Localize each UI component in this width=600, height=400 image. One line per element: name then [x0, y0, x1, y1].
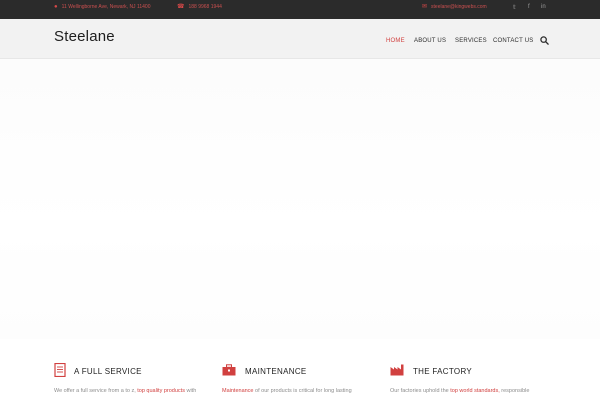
top-bar: ● 11 Wellingborne Ave, Newark, NJ 11400 …: [0, 0, 600, 19]
feature-title: MAINTENANCE: [245, 367, 307, 376]
nav-home[interactable]: HOME: [386, 38, 405, 44]
feature-text-start: Our factories uphold the: [390, 388, 449, 394]
phone-text[interactable]: 188 9968 1944: [188, 4, 221, 10]
phone-info[interactable]: ☎ 188 9968 1944: [177, 4, 222, 10]
nav-about-us[interactable]: ABOUT US: [414, 38, 446, 44]
hero-slider: [0, 59, 600, 339]
map-pin-icon: ●: [54, 4, 58, 10]
linkedin-icon[interactable]: in: [541, 4, 546, 10]
twitter-icon[interactable]: 𝕥: [513, 4, 516, 11]
address-info: ● 11 Wellingborne Ave, Newark, NJ 11400: [54, 4, 150, 10]
envelope-icon: ✉: [422, 4, 428, 10]
feature-link[interactable]: top quality products: [137, 388, 185, 394]
feature-text-end: of our products is critical for long las…: [255, 388, 352, 394]
site-logo[interactable]: Steelane: [54, 28, 115, 45]
feature-title: A FULL SERVICE: [74, 367, 142, 376]
toolbox-icon: [222, 364, 236, 376]
nav-services[interactable]: SERVICES: [455, 38, 487, 44]
feature-title: THE FACTORY: [413, 367, 473, 376]
feature-link[interactable]: top world standards,: [450, 388, 500, 394]
feature-text-end: responsible: [501, 388, 530, 394]
feature-text: We offer a full service from a to z, top…: [54, 388, 196, 394]
phone-icon: ☎: [177, 4, 185, 10]
email-text[interactable]: steelane@kingwebs.com: [431, 4, 487, 10]
feature-text: Our factories uphold the top world stand…: [390, 388, 529, 394]
feature-text: Maintenance of our products is critical …: [222, 388, 352, 394]
nav-contact-us[interactable]: CONTACT US: [493, 38, 533, 44]
site-header: Steelane HOME ABOUT US SERVICES CONTACT …: [0, 19, 600, 59]
facebook-icon[interactable]: f: [528, 4, 530, 10]
feature-text-end: with: [186, 388, 197, 394]
document-icon: [54, 363, 66, 377]
feature-text-start: We offer a full service from a to z,: [54, 388, 136, 394]
address-text: 11 Wellingborne Ave, Newark, NJ 11400: [61, 4, 151, 10]
feature-link[interactable]: Maintenance: [222, 388, 254, 394]
factory-icon: [390, 364, 404, 376]
email-info[interactable]: ✉ steelane@kingwebs.com: [422, 4, 487, 10]
search-icon[interactable]: [540, 36, 549, 45]
